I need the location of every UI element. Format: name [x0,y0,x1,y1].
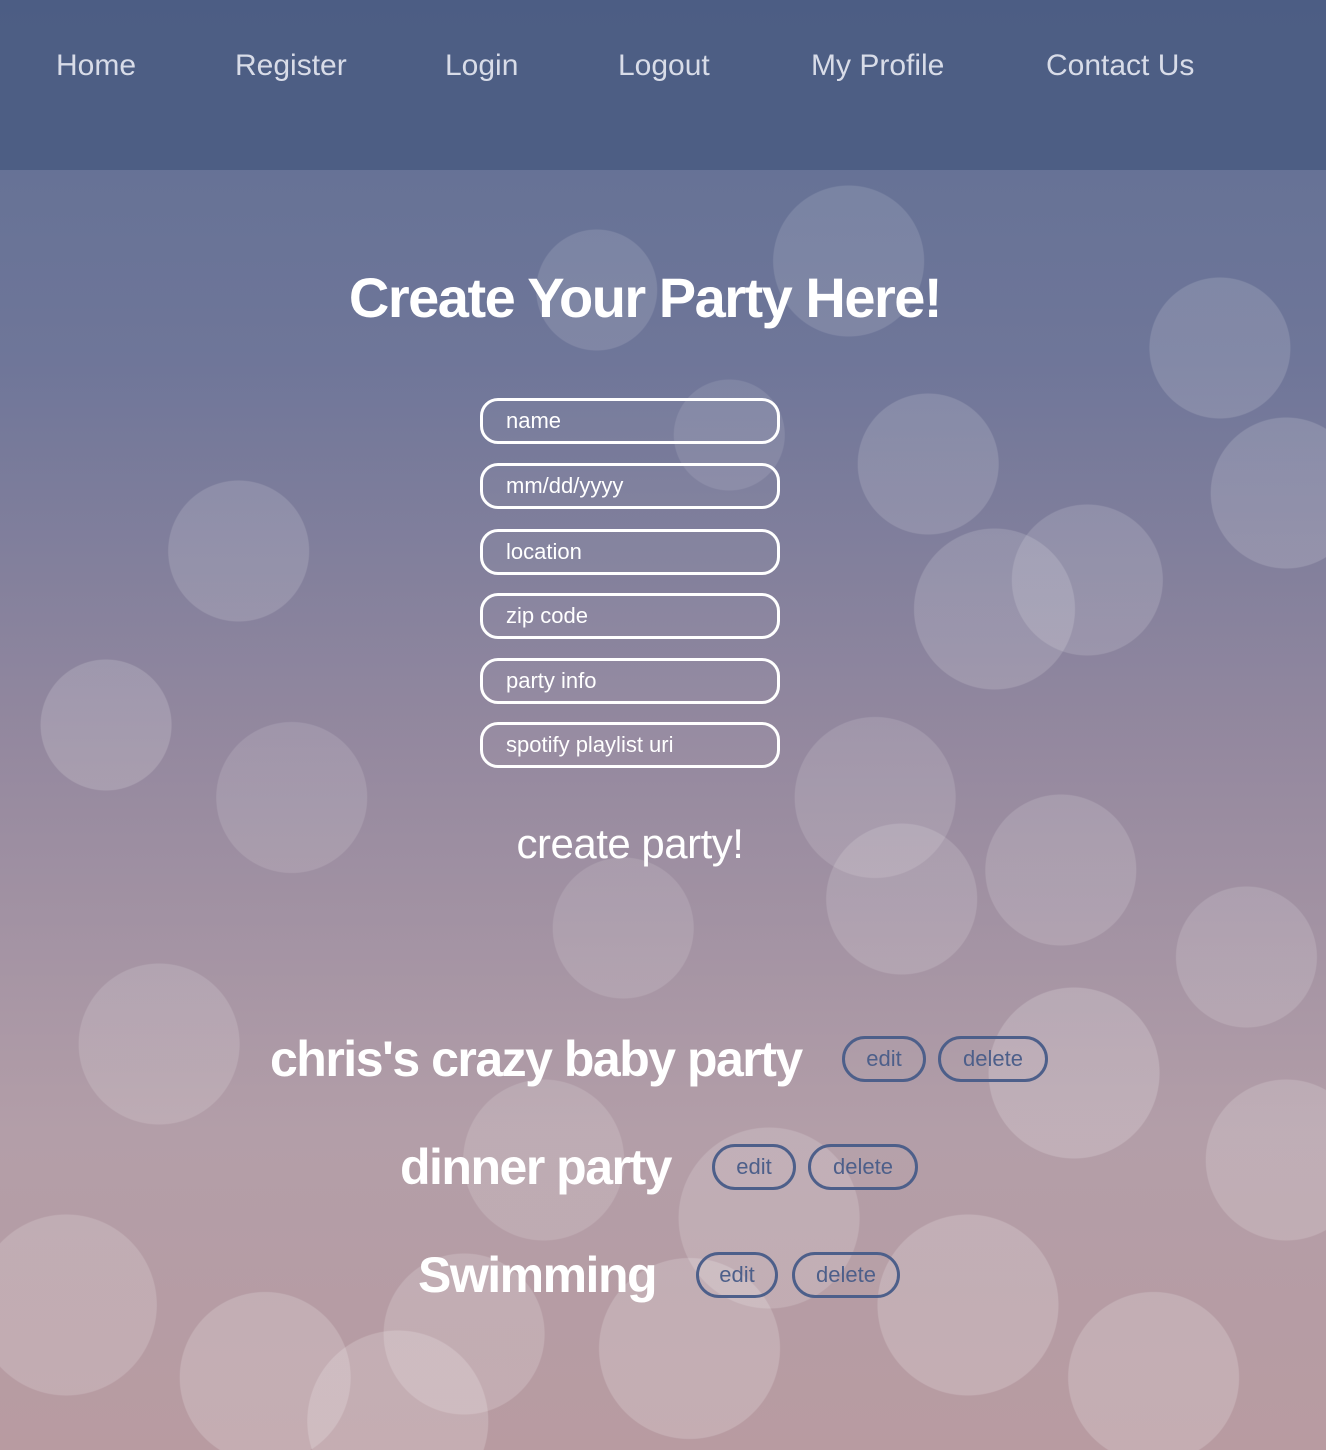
party-date-input[interactable] [480,463,780,509]
delete-party-button[interactable]: delete [938,1036,1048,1082]
nav-my-profile-link[interactable]: My Profile [811,44,944,88]
party-name-input[interactable] [480,398,780,444]
party-name: chris's crazy baby party [270,1031,803,1087]
edit-party-button[interactable]: edit [696,1252,778,1298]
edit-party-button[interactable]: edit [712,1144,796,1190]
edit-party-button[interactable]: edit [842,1036,926,1082]
delete-party-button[interactable]: delete [808,1144,918,1190]
create-party-button[interactable]: create party! [480,812,780,876]
top-navigation: Home Register Login Logout My Profile Co… [0,0,1326,170]
party-name: Swimming [418,1247,658,1303]
spotify-playlist-uri-input[interactable] [480,722,780,768]
party-list-item: Swimming edit delete [0,1240,1326,1310]
party-list-item: chris's crazy baby party edit delete [0,1024,1326,1094]
delete-party-button[interactable]: delete [792,1252,900,1298]
nav-register-link[interactable]: Register [235,44,347,88]
party-list-item: dinner party edit delete [0,1132,1326,1202]
party-info-input[interactable] [480,658,780,704]
party-zip-code-input[interactable] [480,593,780,639]
nav-home-link[interactable]: Home [56,44,136,88]
page-title: Create Your Party Here! [348,266,943,329]
nav-login-link[interactable]: Login [445,44,518,88]
party-location-input[interactable] [480,529,780,575]
nav-contact-us-link[interactable]: Contact Us [1046,44,1194,88]
nav-logout-link[interactable]: Logout [618,44,710,88]
party-name: dinner party [400,1139,672,1195]
